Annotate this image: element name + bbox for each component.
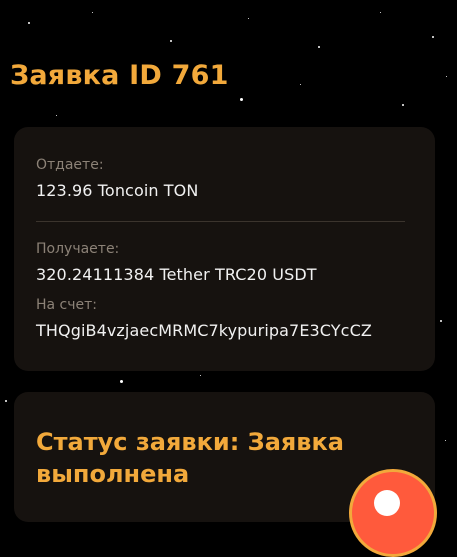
- receive-value: 320.24111384 Tether TRC20 USDT: [36, 265, 317, 284]
- account-value: THQgiB4vzjaecMRMC7kypuripa7E3CYcCZ: [36, 321, 372, 340]
- order-status-text: Статус заявки: Заявка выполнена: [36, 428, 344, 488]
- give-label: Отдаете:: [36, 157, 104, 173]
- order-details-card: Отдаете: 123.96 Toncoin TON Получаете: 3…: [14, 127, 435, 371]
- account-label: На счет:: [36, 297, 98, 313]
- divider: [36, 221, 405, 222]
- page-title: Заявка ID 761: [10, 60, 229, 91]
- floating-action-button[interactable]: [349, 469, 437, 557]
- action-icon: [374, 490, 400, 516]
- give-value: 123.96 Toncoin TON: [36, 181, 199, 200]
- receive-label: Получаете:: [36, 241, 120, 257]
